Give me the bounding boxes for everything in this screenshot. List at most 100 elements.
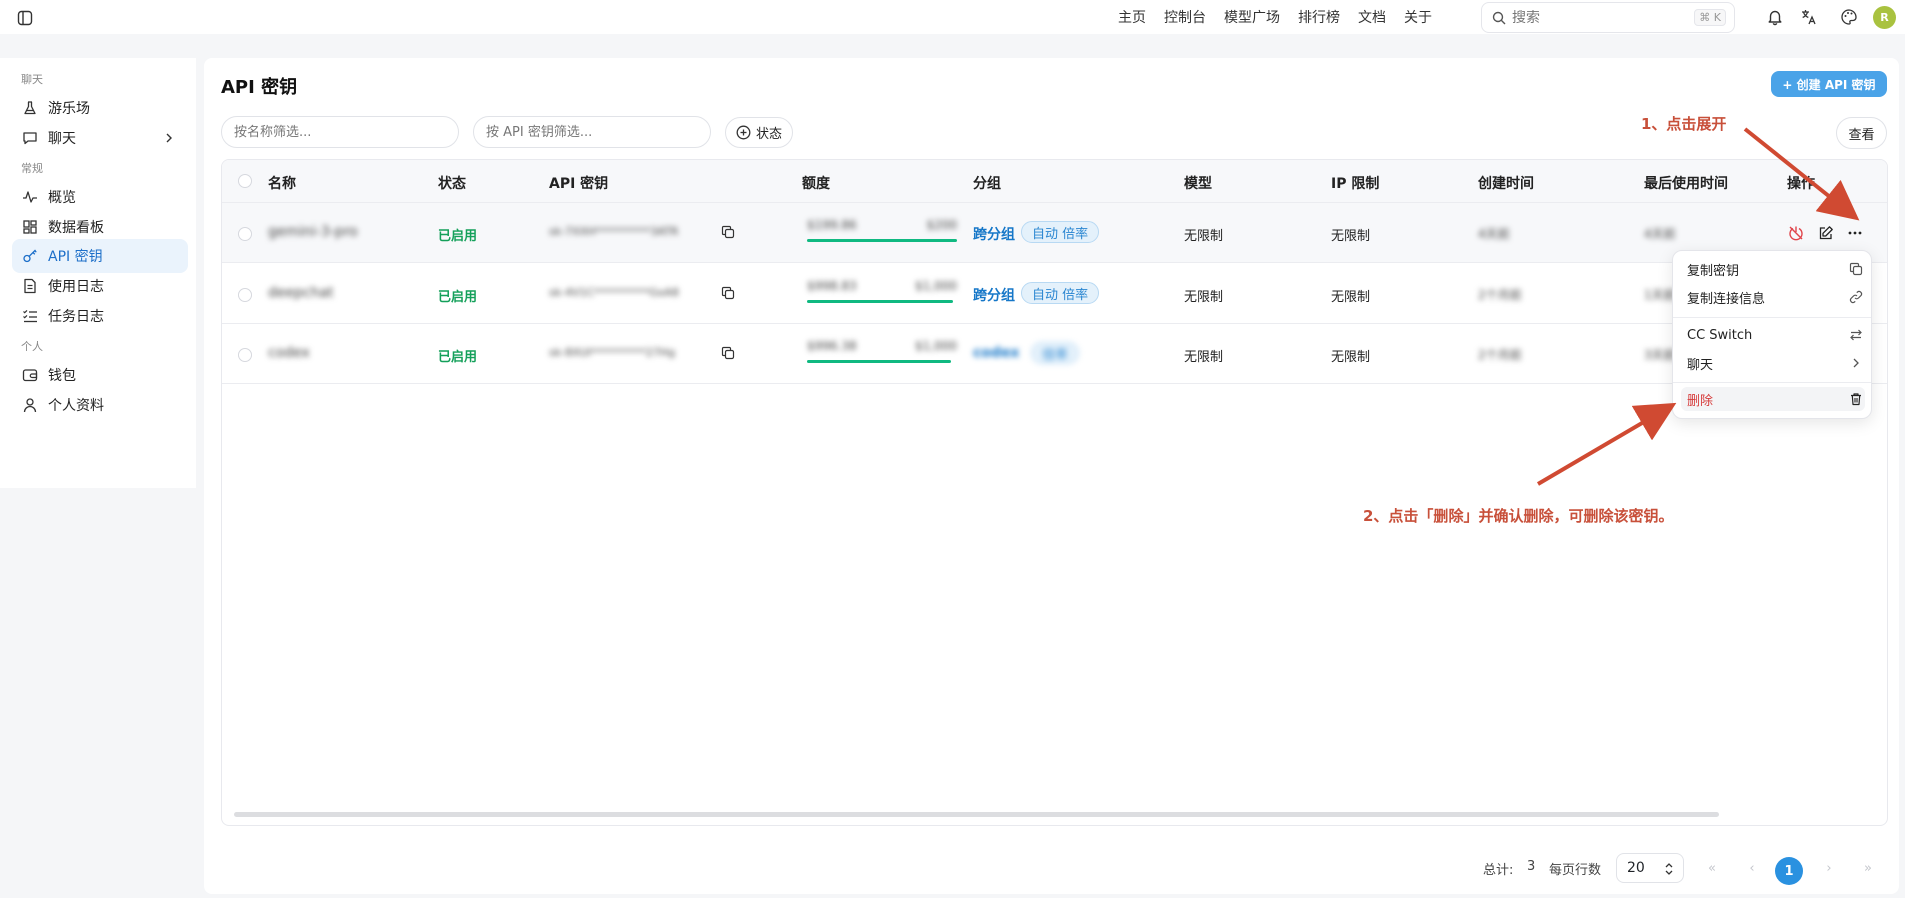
sidebar-item-usage-log[interactable]: 使用日志 xyxy=(12,269,188,303)
flask-icon xyxy=(22,100,38,116)
log-icon xyxy=(22,278,38,294)
row-group[interactable]: 跨分组 xyxy=(973,224,1015,244)
sidebar-item-wallet[interactable]: 钱包 xyxy=(12,358,188,392)
sidebar-toggle-icon[interactable] xyxy=(17,10,33,26)
row-api-key: sk-8XUI**********27Hg xyxy=(549,346,676,359)
row-checkbox[interactable] xyxy=(238,288,252,302)
edit-icon[interactable] xyxy=(1818,225,1834,241)
col-created[interactable]: 创建时间 xyxy=(1478,173,1534,193)
avatar[interactable]: R xyxy=(1873,6,1896,29)
sidebar-item-chat[interactable]: 聊天 xyxy=(12,121,188,155)
page-size-select[interactable]: 20 xyxy=(1616,853,1684,883)
nav-home[interactable]: 主页 xyxy=(1118,7,1146,27)
col-quota[interactable]: 额度 xyxy=(802,173,830,193)
total-count: 3 xyxy=(1527,859,1536,874)
current-page-button[interactable]: 1 xyxy=(1775,857,1803,885)
col-model[interactable]: 模型 xyxy=(1184,173,1212,193)
row-checkbox[interactable] xyxy=(238,227,252,241)
menu-divider xyxy=(1673,317,1871,318)
sidebar-group-general: 常规 xyxy=(21,162,43,175)
sidebar-item-playground[interactable]: 游乐场 xyxy=(12,91,188,125)
total-label: 总计: xyxy=(1483,863,1514,878)
row-name: gemini-3-pro xyxy=(268,224,358,240)
col-ip-limit[interactable]: IP 限制 xyxy=(1331,173,1379,193)
global-search[interactable]: ⌘ K xyxy=(1481,2,1735,33)
row-quota: $998.83 $1,000 xyxy=(807,279,957,293)
create-api-key-button[interactable]: + 创建 API 密钥 xyxy=(1771,71,1887,97)
menu-chat[interactable]: 聊天 xyxy=(1681,351,1865,375)
sidebar-item-label: 任务日志 xyxy=(48,309,104,325)
filter-key-input[interactable] xyxy=(473,116,711,148)
sidebar-item-profile[interactable]: 个人资料 xyxy=(12,388,188,422)
copy-icon[interactable] xyxy=(721,225,735,239)
swap-icon xyxy=(1849,328,1863,342)
col-group[interactable]: 分组 xyxy=(973,173,1001,193)
task-list-icon xyxy=(22,308,38,324)
sidebar-item-task-log[interactable]: 任务日志 xyxy=(12,299,188,333)
translate-icon[interactable] xyxy=(1800,8,1818,26)
row-model: 无限制 xyxy=(1184,350,1224,365)
nav-about[interactable]: 关于 xyxy=(1404,7,1432,27)
sidebar-item-overview[interactable]: 概览 xyxy=(12,180,188,214)
next-page-button[interactable]: › xyxy=(1818,857,1840,879)
menu-copy-connection[interactable]: 复制连接信息 xyxy=(1681,285,1865,309)
page-size-value: 20 xyxy=(1627,860,1645,876)
row-status: 已启用 xyxy=(438,350,478,365)
nav-models[interactable]: 模型广场 xyxy=(1224,7,1280,27)
nav-console[interactable]: 控制台 xyxy=(1164,7,1206,27)
horizontal-scrollbar[interactable] xyxy=(234,812,1719,817)
view-button[interactable]: 查看 xyxy=(1836,117,1887,149)
row-last-used: 1天前 xyxy=(1644,288,1676,302)
quota-bar xyxy=(807,239,957,242)
table-row[interactable]: deepchat 已启用 sk-4V1C**********GxA8 $998.… xyxy=(222,264,1887,324)
row-quota: $996.38 $1,000 xyxy=(807,339,957,353)
menu-item-label: CC Switch xyxy=(1687,327,1753,343)
search-input[interactable] xyxy=(1512,9,1692,26)
menu-copy-key[interactable]: 复制密钥 xyxy=(1681,257,1865,281)
disable-icon[interactable] xyxy=(1788,225,1804,241)
prev-page-button[interactable]: ‹ xyxy=(1741,857,1763,879)
quota-total: $1,000 xyxy=(915,339,957,353)
copy-icon[interactable] xyxy=(721,346,735,360)
filter-name-input[interactable] xyxy=(221,116,459,148)
nav-docs[interactable]: 文档 xyxy=(1358,7,1386,27)
col-status[interactable]: 状态 xyxy=(438,173,466,193)
col-last-used[interactable]: 最后使用时间 xyxy=(1644,173,1728,193)
menu-item-label: 聊天 xyxy=(1687,357,1714,373)
copy-icon[interactable] xyxy=(721,286,735,300)
bell-icon[interactable] xyxy=(1766,8,1784,26)
trash-icon xyxy=(1849,392,1863,406)
menu-delete[interactable]: 删除 xyxy=(1681,387,1865,411)
row-model: 无限制 xyxy=(1184,229,1224,244)
col-name[interactable]: 名称 xyxy=(268,173,296,193)
wallet-icon xyxy=(22,367,38,383)
row-status: 已启用 xyxy=(438,229,478,244)
status-filter-button[interactable]: 状态 xyxy=(725,117,793,148)
table-row[interactable]: gemini-3-pro 已启用 sk-7XXH**********3ATR $… xyxy=(222,203,1887,263)
menu-cc-switch[interactable]: CC Switch xyxy=(1681,323,1865,347)
sidebar-item-label: 个人资料 xyxy=(48,398,104,414)
status-filter-label: 状态 xyxy=(755,127,782,142)
last-page-button[interactable]: » xyxy=(1857,857,1879,879)
table-row[interactable]: codex 已启用 sk-8XUI**********27Hg $996.38 $… xyxy=(222,324,1887,384)
palette-icon[interactable] xyxy=(1840,8,1858,26)
user-icon xyxy=(22,397,38,413)
more-icon[interactable] xyxy=(1847,225,1863,241)
row-ip: 无限制 xyxy=(1331,290,1371,305)
dashboard-icon xyxy=(22,219,38,235)
menu-divider xyxy=(1673,382,1871,383)
row-created: 2个月前 xyxy=(1478,288,1522,302)
copy-icon xyxy=(1849,262,1863,276)
row-checkbox[interactable] xyxy=(238,348,252,362)
row-group[interactable]: 跨分组 xyxy=(973,285,1015,305)
col-api-key[interactable]: API 密钥 xyxy=(549,173,608,193)
annotation-step1: 1、点击展开 xyxy=(1641,115,1727,133)
key-icon xyxy=(22,248,38,264)
nav-ranking[interactable]: 排行榜 xyxy=(1298,7,1340,27)
select-all-checkbox[interactable] xyxy=(238,174,252,188)
first-page-button[interactable]: « xyxy=(1701,857,1723,879)
row-last-used: 3天前 xyxy=(1644,348,1676,362)
row-group[interactable]: codex xyxy=(973,345,1019,361)
sidebar-item-api-keys[interactable]: API 密钥 xyxy=(12,239,188,273)
quota-used: $199.86 xyxy=(807,218,857,232)
